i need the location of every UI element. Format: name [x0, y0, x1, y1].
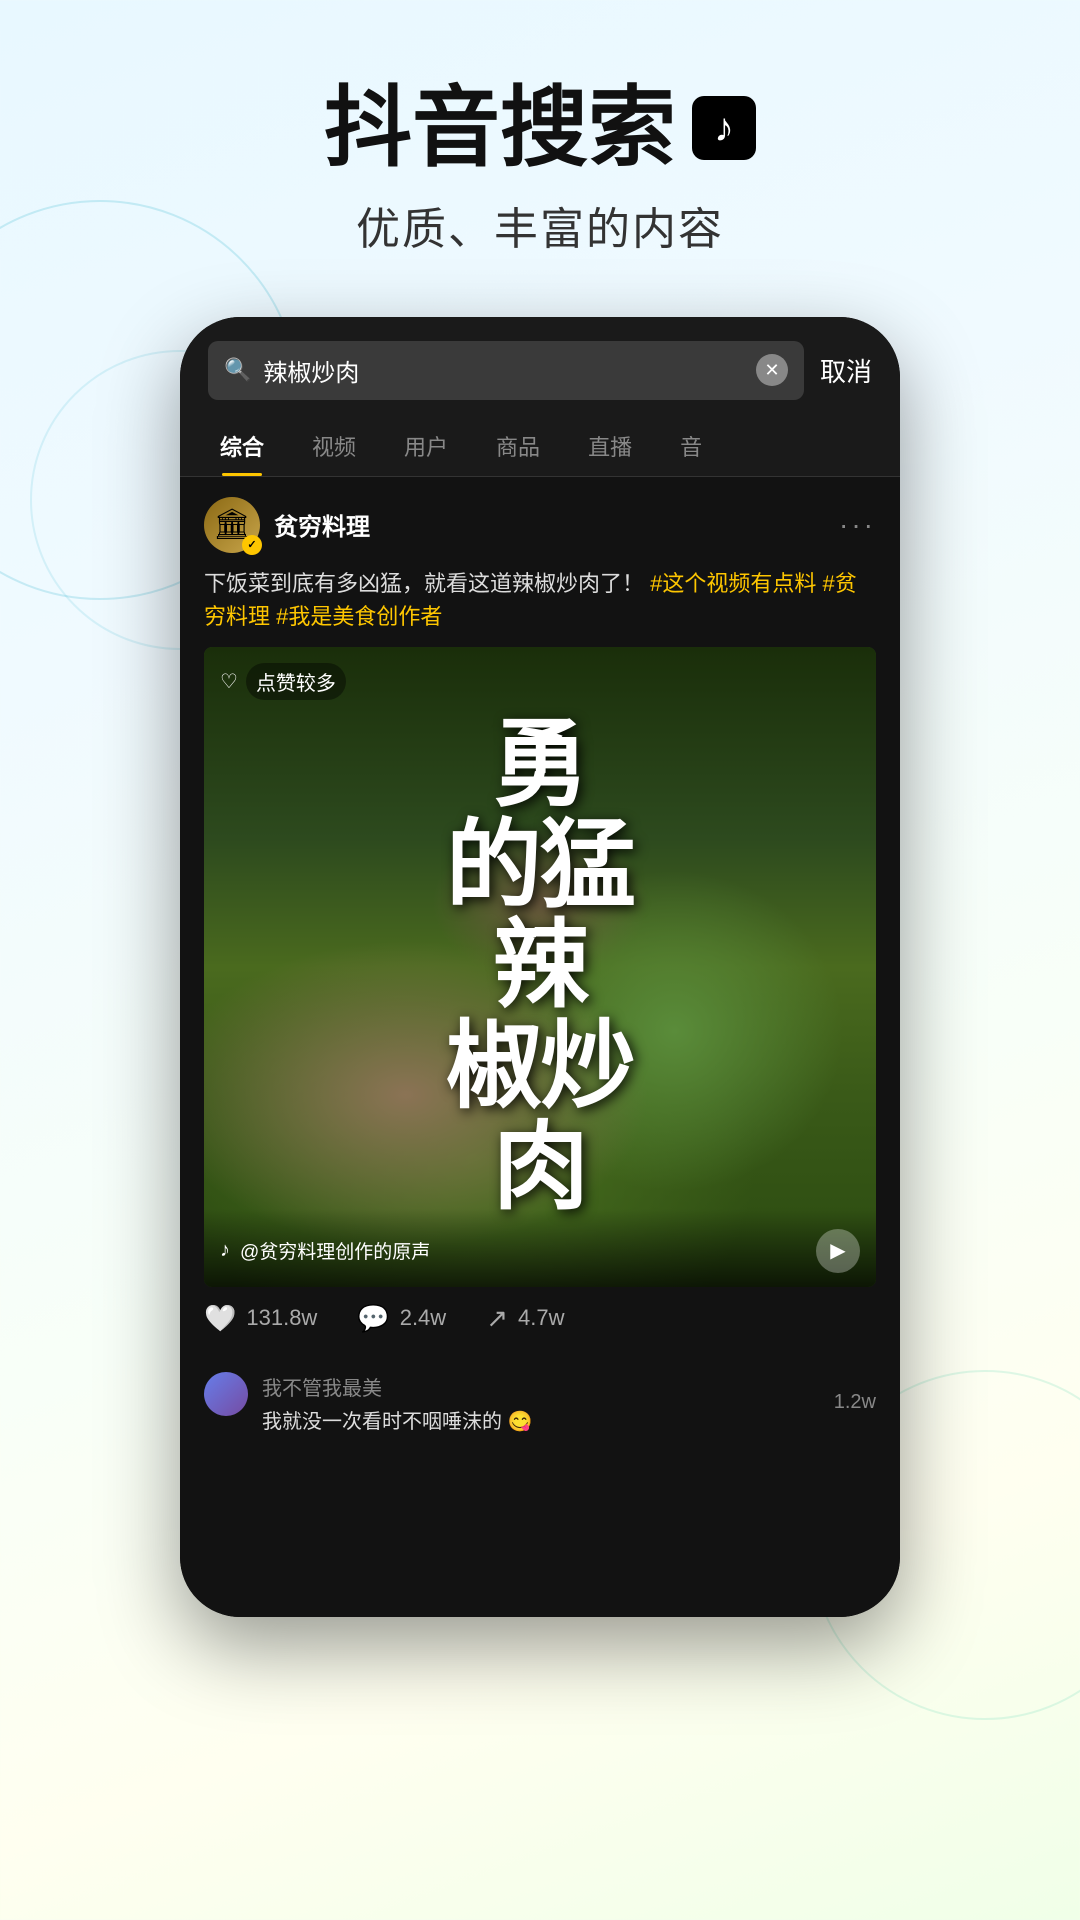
badge-label: 点赞较多 [246, 663, 346, 700]
commenter-avatar [204, 1372, 248, 1416]
video-badge: ♡ 点赞较多 [220, 663, 346, 700]
post-body-text: 下饭菜到底有多凶猛，就看这道辣椒炒肉了！ [204, 571, 644, 596]
search-query: 辣椒炒肉 [263, 353, 744, 388]
shares-value: 4.7w [518, 1305, 564, 1331]
comments-value: 2.4w [400, 1305, 446, 1331]
shares-count[interactable]: ↗ 4.7w [486, 1303, 564, 1334]
post-card: 🏛 ✓ 贫穷料理 ··· 下饭菜到底有多凶猛，就看这道辣椒炒肉了！ #这个视频有… [180, 477, 900, 1362]
audio-label: @贫穷料理创作的原声 [240, 1237, 430, 1264]
comments-count[interactable]: 💬 2.4w [357, 1303, 446, 1334]
hashtag-1[interactable]: #这个视频有点料 [650, 571, 816, 596]
post-text: 下饭菜到底有多凶猛，就看这道辣椒炒肉了！ #这个视频有点料 #贫穷料理 #我是美… [204, 567, 876, 633]
comment-preview: 我不管我最美 我就没一次看时不咽唾沫的 😋 1.2w [180, 1362, 900, 1444]
more-options-button[interactable]: ··· [839, 509, 876, 541]
video-title-overlay: 勇的猛辣椒炒肉 [446, 715, 634, 1219]
header-section: 抖音搜索 ♪ 优质、丰富的内容 [0, 0, 1080, 297]
app-title: 抖音搜索 ♪ [324, 80, 756, 177]
comment-icon: 💬 [357, 1303, 389, 1334]
play-button[interactable]: ▶ [816, 1229, 860, 1273]
share-icon: ↗ [486, 1303, 508, 1334]
content-area: 🏛 ✓ 贫穷料理 ··· 下饭菜到底有多凶猛，就看这道辣椒炒肉了！ #这个视频有… [180, 477, 900, 1617]
tab-商品[interactable]: 商品 [472, 416, 564, 476]
video-thumbnail[interactable]: ♡ 点赞较多 勇的猛辣椒炒肉 ♪ [204, 647, 876, 1287]
comment-content: 我不管我最美 我就没一次看时不咽唾沫的 😋 [262, 1372, 820, 1434]
author-avatar-container: 🏛 ✓ [204, 497, 260, 553]
likes-value: 131.8w [246, 1305, 317, 1331]
author-name[interactable]: 贫穷料理 [274, 507, 370, 542]
tab-综合[interactable]: 综合 [196, 416, 288, 476]
app-title-text: 抖音搜索 [324, 80, 676, 177]
likes-count[interactable]: 🤍 131.8w [204, 1303, 317, 1334]
tab-视频[interactable]: 视频 [288, 416, 380, 476]
phone-inner: 🔍 辣椒炒肉 ✕ 取消 综合 视频 用户 商品 [180, 317, 900, 1617]
phone-frame: 🔍 辣椒炒肉 ✕ 取消 综合 视频 用户 商品 [180, 317, 900, 1617]
video-bottom-bar: ♪ @贫穷料理创作的原声 ▶ [204, 1209, 876, 1287]
verified-badge: ✓ [242, 535, 262, 555]
search-box[interactable]: 🔍 辣椒炒肉 ✕ [208, 341, 804, 400]
post-meta-left: 🏛 ✓ 贫穷料理 [204, 497, 370, 553]
post-header: 🏛 ✓ 贫穷料理 ··· [204, 497, 876, 553]
tab-直播[interactable]: 直播 [564, 416, 656, 476]
search-area: 🔍 辣椒炒肉 ✕ 取消 [180, 317, 900, 416]
engagement-bar: 🤍 131.8w 💬 2.4w ↗ 4.7w [204, 1287, 876, 1342]
comment-text: 我就没一次看时不咽唾沫的 😋 [262, 1405, 820, 1434]
tiktok-mini-icon: ♪ [220, 1239, 230, 1262]
tab-用户[interactable]: 用户 [380, 416, 472, 476]
commenter-name[interactable]: 我不管我最美 [262, 1372, 820, 1401]
search-icon: 🔍 [224, 357, 251, 383]
phone-mockup-wrapper: 🔍 辣椒炒肉 ✕ 取消 综合 视频 用户 商品 [0, 317, 1080, 1617]
search-clear-button[interactable]: ✕ [756, 354, 788, 386]
tiktok-logo-icon: ♪ [692, 96, 756, 160]
hashtag-3[interactable]: #我是美食创作者 [276, 604, 442, 629]
heart-badge-icon: ♡ [220, 669, 238, 694]
comment-count: 1.2w [834, 1391, 876, 1414]
search-cancel-button[interactable]: 取消 [820, 352, 872, 389]
app-subtitle: 优质、丰富的内容 [0, 193, 1080, 257]
tab-bar: 综合 视频 用户 商品 直播 音 [180, 416, 900, 477]
tab-音[interactable]: 音 [656, 416, 726, 476]
like-icon: 🤍 [204, 1303, 236, 1334]
video-audio-info: ♪ @贫穷料理创作的原声 [220, 1237, 430, 1264]
